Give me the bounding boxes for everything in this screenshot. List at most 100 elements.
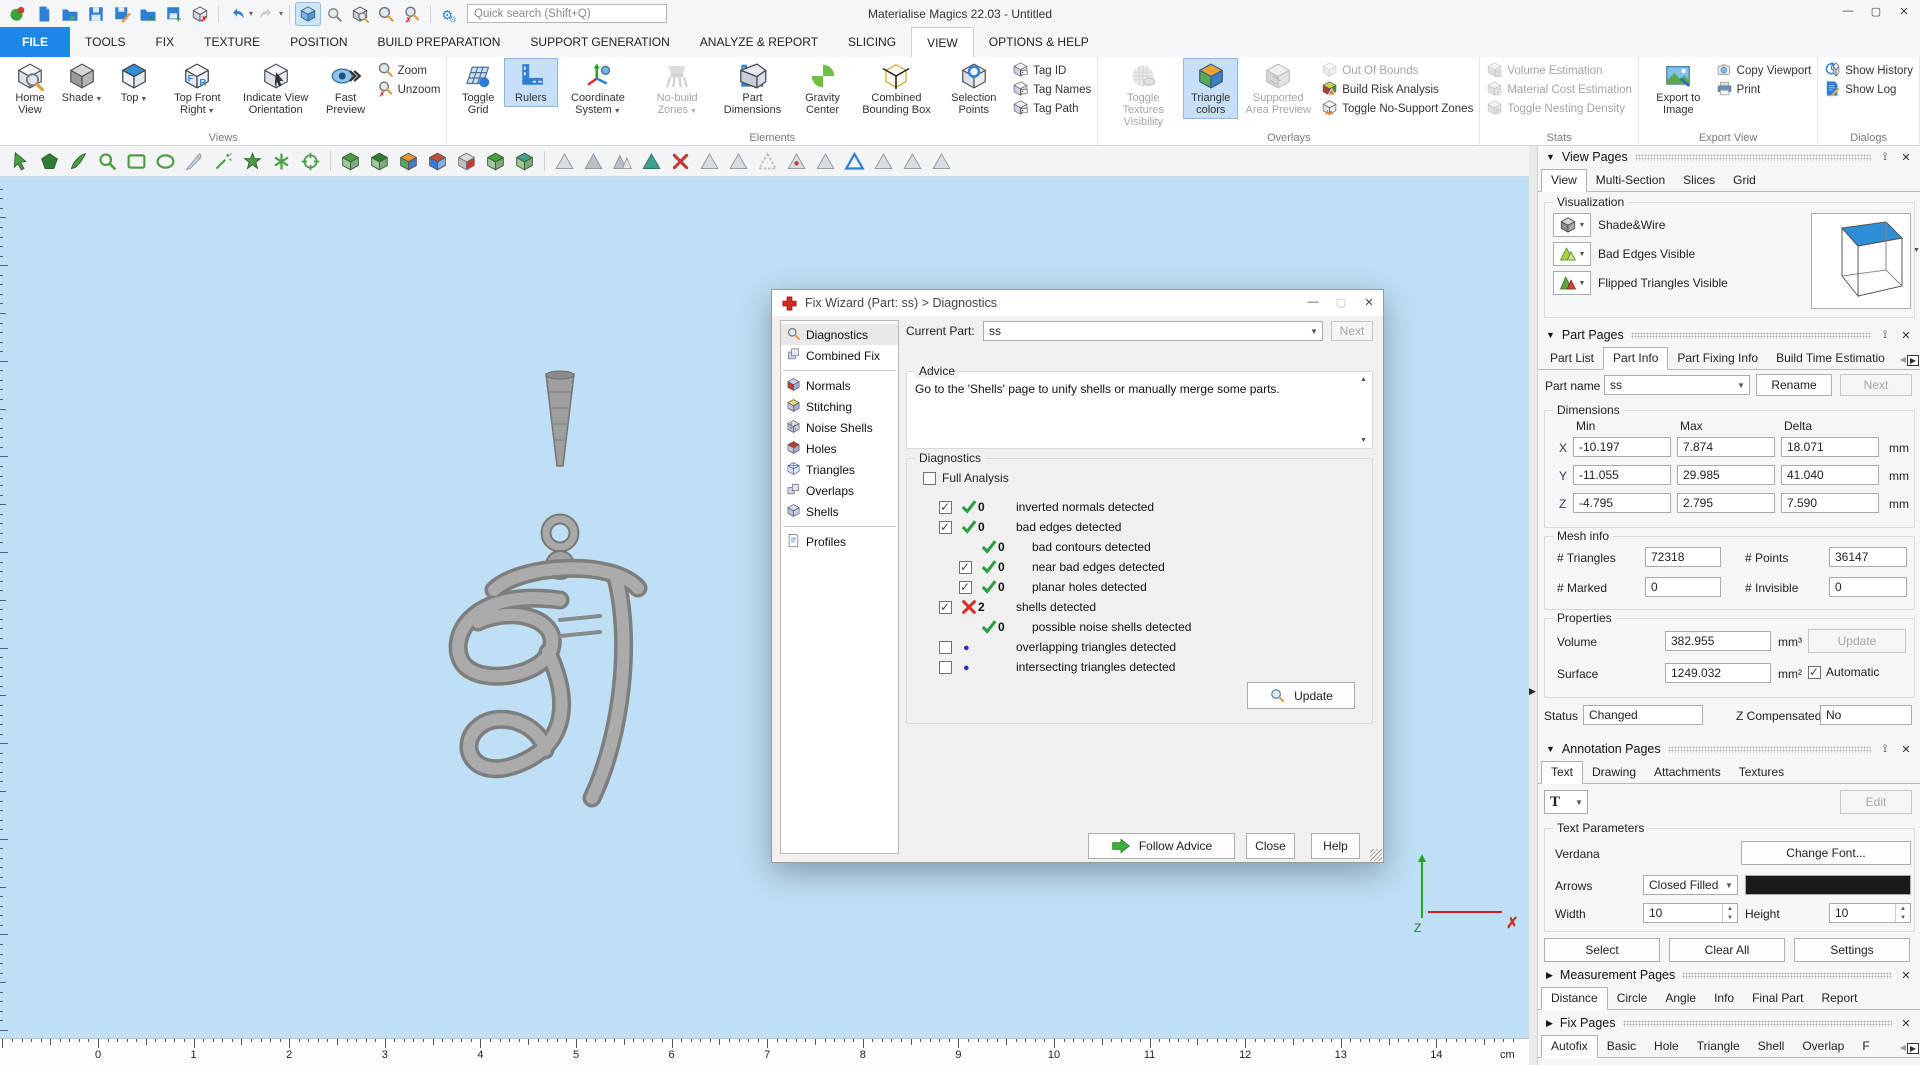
annotation-pages-header[interactable]: ▼ Annotation Pages ⟟ ✕ (1538, 738, 1920, 760)
tab-report[interactable]: Report (1812, 988, 1866, 1009)
ribbon-out-of-bounds[interactable]: Out Of Bounds (1321, 62, 1473, 80)
ribbon-gravity-center[interactable]: Gravity Center (790, 59, 856, 118)
x-delta-field[interactable]: 18.071 (1781, 437, 1879, 457)
edit-button[interactable]: Edit (1840, 790, 1912, 814)
fix-wizard-nav-diagnostics[interactable]: Diagnostics (781, 324, 898, 345)
new-project-icon[interactable] (32, 3, 56, 25)
toolstrip-wand-icon[interactable] (211, 149, 236, 174)
ribbon-triangle-colors[interactable]: Triangle colors (1184, 59, 1237, 118)
shadewire-dropdown-button[interactable]: ▼ (1553, 213, 1591, 237)
zoom-tool-icon[interactable] (322, 3, 346, 25)
next-part-button[interactable]: Next (1840, 374, 1912, 396)
ribbon-tag-path[interactable]: Tag Path (1012, 100, 1091, 118)
tab-triangle[interactable]: Triangle (1688, 1036, 1749, 1057)
load-and-add-part-icon[interactable]: + (136, 3, 160, 25)
ribbon-toggle-textures-visibility[interactable]: Toggle Textures Visibility (1102, 59, 1184, 130)
toolstrip-tri-icon[interactable] (900, 149, 925, 174)
y-delta-field[interactable]: 41.040 (1781, 465, 1879, 485)
clear-all-button[interactable]: Clear All (1669, 938, 1785, 962)
spin-up-icon[interactable]: ▲ (1896, 904, 1910, 913)
toolstrip-rect-icon[interactable] (124, 149, 149, 174)
ribbon-print[interactable]: Print (1716, 81, 1812, 99)
ribbon-show-log[interactable]: Show Log (1824, 81, 1913, 99)
diagnostic-checkbox[interactable] (939, 641, 952, 654)
fix-wizard-nav-shells[interactable]: Shells (781, 501, 898, 522)
help-button[interactable]: Help (1311, 833, 1360, 859)
unload-part-icon[interactable]: ✗ (188, 3, 212, 25)
collapse-icon[interactable]: ▼ (1546, 744, 1555, 754)
ribbon-combined-bounding-box[interactable]: Combined Bounding Box (855, 59, 937, 118)
toolstrip-tri2-icon[interactable] (610, 149, 635, 174)
save-icon[interactable] (84, 3, 108, 25)
ribbon-toggle-nesting-density[interactable]: Toggle Nesting Density (1486, 100, 1632, 118)
chevron-down-icon[interactable]: ▾ (279, 9, 283, 18)
toolstrip-cube3b-icon[interactable] (425, 149, 450, 174)
close-icon[interactable]: ✕ (1899, 743, 1913, 756)
rename-button[interactable]: Rename (1756, 374, 1832, 396)
tab-scroll-right-icon[interactable]: ▶ (1907, 355, 1919, 366)
tab-distance[interactable]: Distance (1541, 987, 1608, 1010)
ribbon-zoom[interactable]: Zoom (377, 62, 441, 80)
dialog-minimize-button[interactable]: — (1299, 290, 1327, 314)
tab-final-part[interactable]: Final Part (1743, 988, 1812, 1009)
toolstrip-magg-icon[interactable] (95, 149, 120, 174)
ribbon-home-view[interactable]: Home View (4, 59, 56, 118)
tab-f[interactable]: F (1853, 1036, 1878, 1057)
measurement-pages-header[interactable]: ▶ Measurement Pages ✕ (1538, 964, 1920, 986)
toolstrip-tri-icon[interactable] (552, 149, 577, 174)
follow-advice-button[interactable]: Follow Advice (1088, 833, 1235, 859)
flipped-dropdown-button[interactable]: ▼ (1553, 271, 1591, 295)
current-part-combo[interactable]: ss▼ (983, 321, 1323, 341)
x-max-field[interactable]: 7.874 (1677, 437, 1775, 457)
fix-wizard-nav-combined-fix[interactable]: Combined Fix (781, 345, 898, 366)
surface-field[interactable]: 1249.032 (1665, 663, 1771, 683)
tab-build-time-estimatio[interactable]: Build Time Estimatio (1767, 348, 1885, 369)
scroll-up-icon[interactable]: ▲ (1357, 376, 1370, 383)
undo-icon[interactable] (225, 3, 249, 25)
chevron-down-icon[interactable]: ▼ (1913, 247, 1920, 254)
toolstrip-cube-icon[interactable] (512, 149, 537, 174)
diagnostic-checkbox[interactable] (959, 581, 972, 594)
save-part-icon[interactable]: + (162, 3, 186, 25)
ribbon-unzoom[interactable]: ✗Unzoom (377, 81, 441, 99)
ribbon-top-front-right[interactable]: FRTop Front Right ▼ (160, 59, 235, 120)
toolstrip-tri-icon[interactable] (813, 149, 838, 174)
tab-autofix[interactable]: Autofix (1541, 1035, 1598, 1058)
fix-wizard-nav-normals[interactable]: Normals (781, 375, 898, 396)
tab-basic[interactable]: Basic (1598, 1036, 1645, 1057)
scroll-down-icon[interactable]: ▼ (1357, 437, 1370, 444)
volume-field[interactable]: 382.955 (1665, 631, 1771, 651)
chevron-down-icon[interactable]: ▼ (1306, 327, 1322, 336)
tab-part-list[interactable]: Part List (1541, 348, 1603, 369)
dialog-maximize-button[interactable]: ▢ (1327, 290, 1355, 314)
x-min-field[interactable]: -10.197 (1573, 437, 1671, 457)
magics-logo-icon[interactable] (6, 3, 30, 25)
diagnostic-checkbox[interactable] (939, 661, 952, 674)
y-max-field[interactable]: 29.985 (1677, 465, 1775, 485)
tab-shell[interactable]: Shell (1749, 1036, 1794, 1057)
diagnostic-checkbox[interactable] (939, 521, 952, 534)
close-button[interactable]: Close (1246, 833, 1295, 859)
toolstrip-triR-icon[interactable] (784, 149, 809, 174)
chevron-down-icon[interactable]: ▼ (1733, 381, 1749, 390)
update-button[interactable]: Update (1247, 682, 1355, 709)
fix-wizard-nav-profiles[interactable]: Profiles (781, 531, 898, 552)
redo-icon[interactable] (255, 3, 279, 25)
toolstrip-knife-icon[interactable] (182, 149, 207, 174)
menu-tab-position[interactable]: POSITION (275, 27, 362, 57)
width-stepper[interactable]: 10 ▲▼ (1643, 903, 1738, 923)
ribbon-top[interactable]: Top ▼ (108, 59, 160, 108)
ribbon-toggle-grid[interactable]: Toggle Grid (451, 59, 505, 118)
menu-tab-tools[interactable]: TOOLS (70, 27, 140, 57)
toolstrip-brush-icon[interactable] (66, 149, 91, 174)
automatic-checkbox[interactable]: Automatic (1808, 665, 1879, 679)
toolstrip-tri-icon[interactable] (929, 149, 954, 174)
badedges-dropdown-button[interactable]: ▼ (1553, 242, 1591, 266)
close-icon[interactable]: ✕ (1899, 329, 1913, 342)
tab-hole[interactable]: Hole (1645, 1036, 1688, 1057)
ribbon-build-risk-analysis[interactable]: Build Risk Analysis (1321, 81, 1473, 99)
fix-wizard-nav-noise-shells[interactable]: Noise Shells (781, 417, 898, 438)
spin-up-icon[interactable]: ▲ (1723, 904, 1737, 913)
full-analysis-checkbox[interactable]: Full Analysis (923, 471, 1009, 485)
tab-scroll-right-icon[interactable]: ▶ (1907, 1043, 1919, 1054)
